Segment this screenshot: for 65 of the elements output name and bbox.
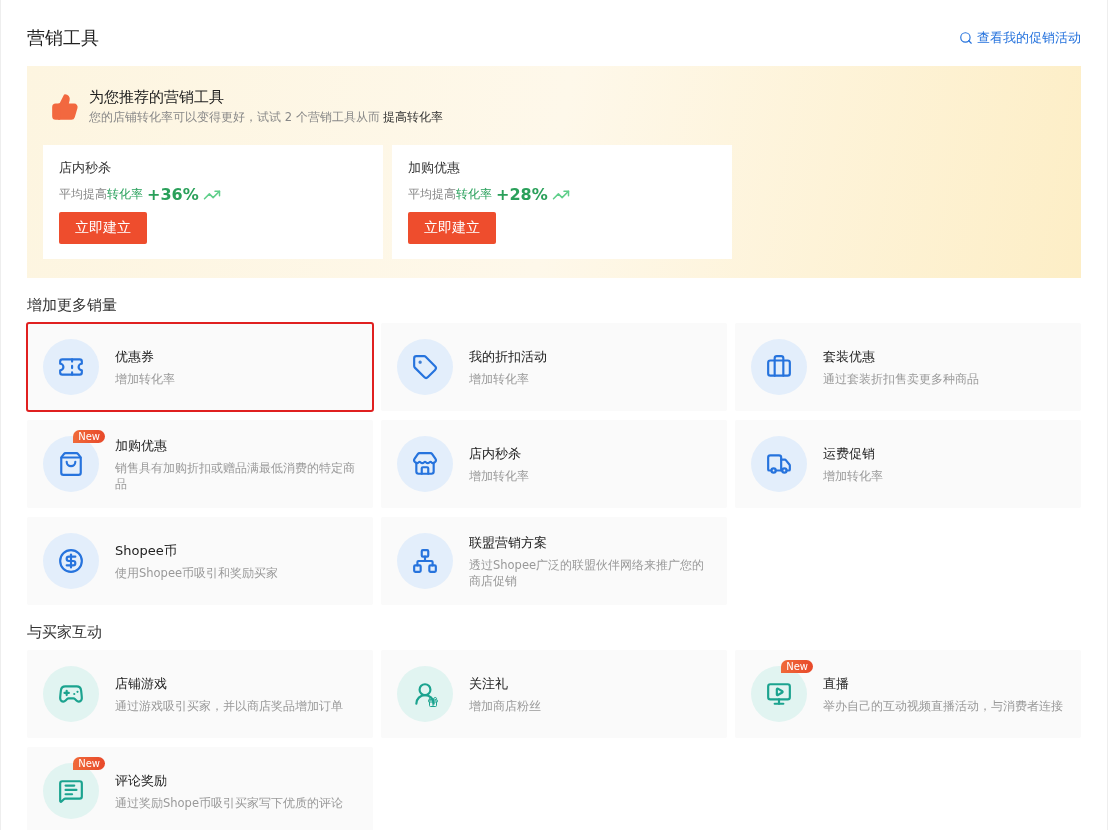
shopping-bag-icon [58,451,84,477]
tool-name: 店内秒杀 [469,444,522,463]
tool-name: 我的折扣活动 [469,347,547,366]
new-badge: New [73,430,105,443]
tool-card[interactable]: New 直播 举办自己的互动视频直播活动，与消费者连接 [735,650,1081,738]
create-button[interactable]: 立即建立 [59,212,147,244]
chat-bubble-icon [58,778,84,804]
tool-description: 通过奖励Shope币吸引买家写下优质的评论 [115,794,343,811]
tool-card[interactable]: 运费促销 增加转化率 [735,420,1081,508]
briefcase-icon [766,354,792,380]
tool-card[interactable]: 套装优惠 通过套装折扣售卖更多种商品 [735,323,1081,411]
stat-label: 平均提高转化率 [59,186,143,203]
tool-card[interactable]: 联盟营销方案 透过Shopee广泛的联盟伙伴网络来推广您的商店促销 [381,517,727,605]
tool-description: 增加转化率 [469,370,530,387]
stat-label: 平均提高转化率 [408,186,492,203]
tool-title: 店内秒杀 [59,159,112,177]
price-tag-icon [412,354,438,380]
section-title: 增加更多销量 [27,296,118,315]
tool-description: 透过Shopee广泛的联盟伙伴网络来推广您的商店促销 [469,556,706,589]
stat-value: +36% [147,185,199,204]
tool-name: 评论奖励 [115,771,168,790]
tool-card[interactable]: 关注礼 增加商店粉丝 [381,650,727,738]
tool-description: 增加转化率 [469,467,529,484]
thumbs-up-icon [51,92,79,121]
tool-description: 使用Shopee币吸引和奖励买家 [115,564,279,581]
recommendation-subtitle: 您的店铺转化率可以变得更好，试试 2 个营销工具从而 提高转化率 [89,110,444,125]
tool-description: 增加转化率 [823,467,883,484]
user-icon [412,681,438,707]
tool-name: 店铺游戏 [115,674,168,693]
tool-name: Shopee币 [115,541,178,560]
tool-card[interactable]: Shopee币 使用Shopee币吸引和奖励买家 [27,517,373,605]
new-badge: New [781,660,813,673]
tool-card[interactable]: 我的折扣活动 增加转化率 [381,323,727,411]
truck-icon [766,451,792,477]
create-button[interactable]: 立即建立 [408,212,496,244]
video-screen-icon [766,681,792,707]
recommendation-title: 为您推荐的营销工具 [89,88,225,107]
tool-name: 加购优惠 [115,436,168,455]
store-icon [412,451,438,477]
new-badge: New [73,757,105,770]
tool-description: 销售具有加购折扣或赠品满最低消费的特定商品 [115,459,356,492]
tool-card[interactable]: New 加购优惠 销售具有加购折扣或赠品满最低消费的特定商品 [27,420,373,508]
search-icon [959,31,973,45]
network-icon [412,548,438,574]
tool-name: 运费促销 [823,444,876,463]
tool-card[interactable]: 店铺游戏 通过游戏吸引买家，并以商店奖品增加订单 [27,650,373,738]
tool-description: 通过游戏吸引买家，并以商店奖品增加订单 [115,697,343,714]
section-title: 与买家互动 [27,623,103,642]
coin-icon [58,548,84,574]
tool-title: 加购优惠 [408,159,461,177]
tool-card[interactable]: 店内秒杀 增加转化率 [381,420,727,508]
tool-name: 联盟营销方案 [469,533,548,552]
tool-name: 关注礼 [469,674,509,693]
view-promotions-link[interactable]: 查看我的促销活动 [959,29,1081,47]
tool-name: 优惠券 [115,347,155,366]
tool-card[interactable]: New 评论奖励 通过奖励Shope币吸引买家写下优质的评论 [27,747,373,830]
page-title: 营销工具 [27,26,99,50]
stat-value: +28% [496,185,548,204]
tool-description: 增加商店粉丝 [469,697,541,714]
tool-description: 举办自己的互动视频直播活动，与消费者连接 [823,697,1063,714]
tool-description: 通过套装折扣售卖更多种商品 [823,370,979,387]
tool-card[interactable]: 优惠券 增加转化率 [27,323,373,411]
tool-name: 套装优惠 [823,347,876,366]
tool-description: 增加转化率 [115,370,175,387]
tool-name: 直播 [823,674,850,693]
